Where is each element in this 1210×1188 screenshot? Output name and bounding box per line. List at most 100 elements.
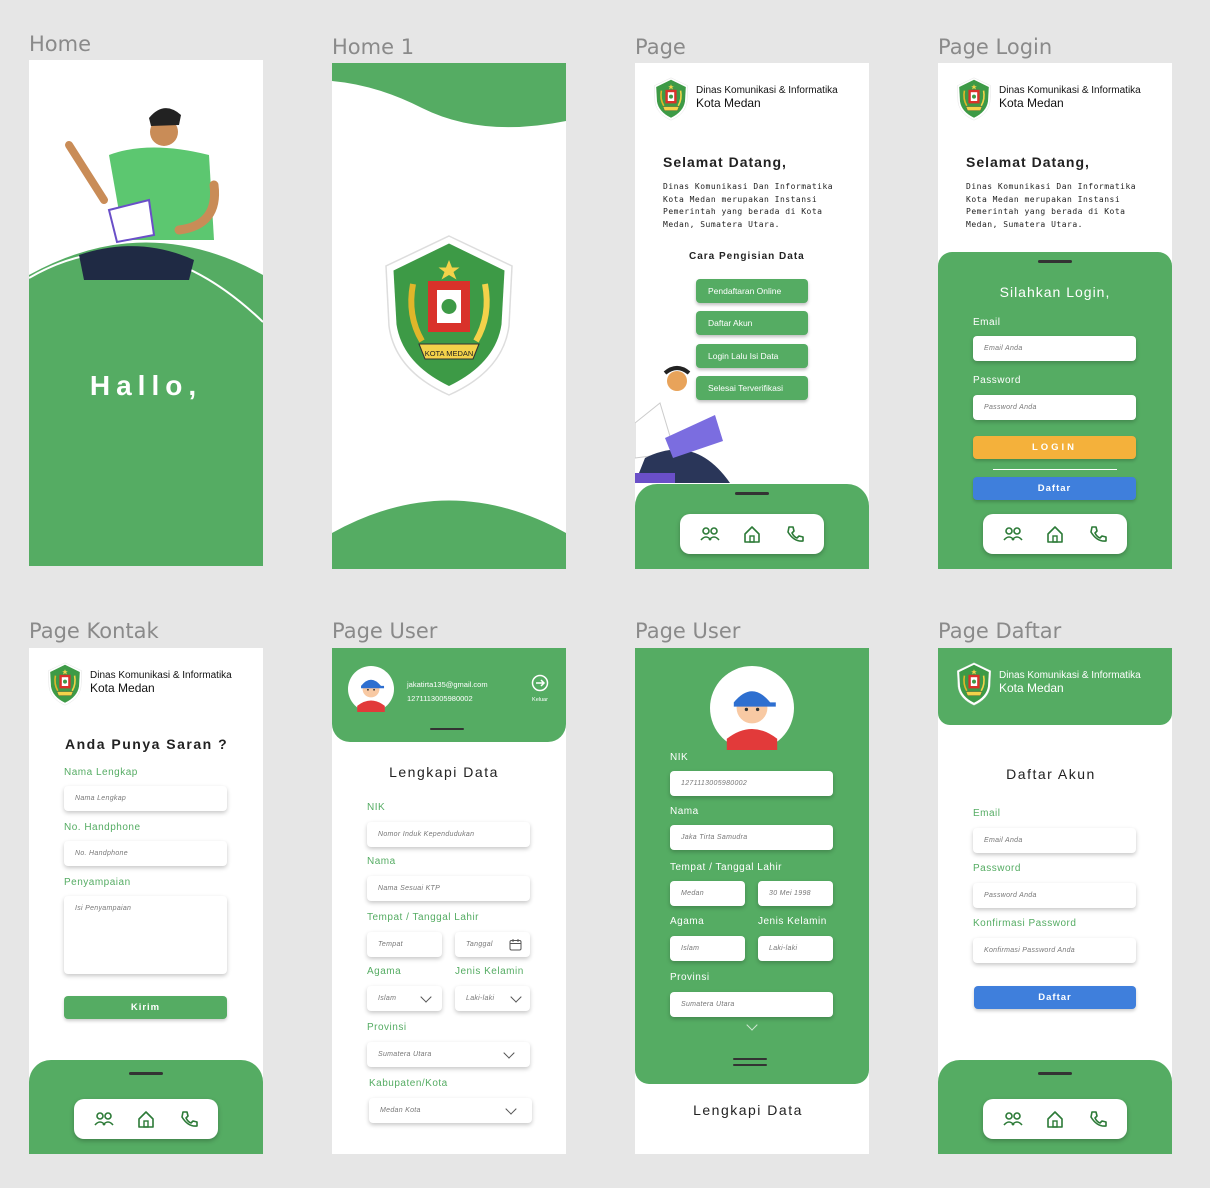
phone-icon[interactable] — [1088, 524, 1108, 544]
home-icon[interactable] — [742, 524, 762, 544]
password-input[interactable]: Password Anda — [973, 395, 1136, 420]
nama-field[interactable]: Jaka Tirta Samudra — [670, 825, 833, 850]
penyampaian-textarea[interactable]: Isi Penyampaian — [64, 896, 227, 974]
panel-handle[interactable] — [430, 728, 464, 730]
password-input[interactable]: Password Anda — [973, 883, 1136, 908]
jk-label: Jenis Kelamin — [758, 916, 827, 927]
tempat-input[interactable]: Tempat — [367, 932, 442, 957]
hp-input[interactable]: No. Handphone — [64, 841, 227, 866]
panel-handle[interactable] — [1038, 260, 1072, 263]
provinsi-field[interactable]: Sumatera Utara — [670, 992, 833, 1017]
header-logo — [956, 77, 992, 121]
tanggal-field[interactable]: 30 Mei 1998 — [758, 881, 833, 906]
daftar-submit-button[interactable]: Daftar — [974, 986, 1136, 1009]
screen-user-filled: NIK 1271113005980002 Nama Jaka Tirta Sam… — [635, 648, 869, 1154]
users-icon[interactable] — [1003, 1109, 1023, 1129]
avatar — [710, 666, 794, 750]
tempat-field[interactable]: Medan — [670, 881, 745, 906]
kontak-title: Anda Punya Saran ? — [65, 736, 229, 752]
worker-illustration — [635, 366, 730, 483]
ttl-label: Tempat / Tanggal Lahir — [367, 912, 479, 923]
header-line2: Kota Medan — [90, 681, 155, 695]
phone-icon[interactable] — [785, 524, 805, 544]
avatar — [348, 666, 394, 712]
header-logo — [956, 662, 992, 706]
confirm-input[interactable]: Konfirmasi Password Anda — [973, 938, 1136, 963]
screen-home1: KOTA MEDAN — [332, 63, 566, 569]
email-label: Email — [973, 808, 1001, 819]
frame-label-home: Home — [29, 32, 92, 56]
panel-handle[interactable] — [735, 492, 769, 495]
daftar-title: Daftar Akun — [1006, 766, 1096, 782]
users-icon[interactable] — [1003, 524, 1023, 544]
user-info: jakatirta135@gmail.com 1271113005980002 — [407, 678, 488, 706]
header-line2: Kota Medan — [999, 96, 1064, 110]
panel-handle-2 — [733, 1064, 767, 1066]
bottom-nav — [74, 1099, 218, 1139]
phone-icon[interactable] — [179, 1109, 199, 1129]
nama-input[interactable]: Nama Lengkap — [64, 786, 227, 811]
panel-handle[interactable] — [733, 1058, 767, 1060]
logout-icon — [531, 674, 549, 692]
nik-label: NIK — [367, 802, 386, 813]
nama-input[interactable]: Nama Sesuai KTP — [367, 876, 530, 901]
panel-handle[interactable] — [129, 1072, 163, 1075]
home-icon[interactable] — [1045, 1109, 1065, 1129]
svg-text:KOTA MEDAN: KOTA MEDAN — [425, 349, 474, 358]
screen-home: Hallo, — [29, 60, 263, 566]
daftar-button[interactable]: Daftar — [973, 477, 1136, 500]
bottom-nav — [983, 1099, 1127, 1139]
greeting-text: Hallo, — [89, 370, 203, 401]
provinsi-label: Provinsi — [367, 1022, 407, 1033]
frame-label-kontak: Page Kontak — [29, 619, 159, 643]
frame-label-page: Page — [635, 35, 686, 59]
ttl-label: Tempat / Tanggal Lahir — [670, 862, 782, 873]
welcome-title: Selamat Datang, — [966, 154, 1090, 170]
email-input[interactable]: Email Anda — [973, 336, 1136, 361]
home-icon[interactable] — [1045, 524, 1065, 544]
calendar-icon[interactable] — [509, 938, 522, 951]
hp-label: No. Handphone — [64, 822, 141, 833]
provinsi-label: Provinsi — [670, 972, 710, 983]
login-button[interactable]: LOGIN — [973, 436, 1136, 459]
agama-label: Agama — [670, 916, 705, 927]
users-icon[interactable] — [94, 1109, 114, 1129]
welcome-title: Selamat Datang, — [663, 154, 787, 170]
jk-field[interactable]: Laki-laki — [758, 936, 833, 961]
agama-label: Agama — [367, 966, 402, 977]
step-pendaftaran[interactable]: Pendaftaran Online — [696, 279, 808, 303]
kab-label: Kabupaten/Kota — [369, 1078, 448, 1089]
confirm-label: Konfirmasi Password — [973, 918, 1077, 929]
logout-label: Keluar — [532, 697, 548, 703]
nama-label: Nama — [367, 856, 396, 867]
footer-title: Lengkapi Data — [693, 1102, 803, 1118]
screen-kontak: Dinas Komunikasi & Informatika Kota Meda… — [29, 648, 263, 1154]
home-icon[interactable] — [136, 1109, 156, 1129]
agama-select[interactable]: Islam — [367, 986, 442, 1011]
logout-button[interactable]: Keluar — [529, 674, 551, 703]
home-illustration — [29, 108, 263, 566]
panel-handle[interactable] — [1038, 1072, 1072, 1075]
step-daftar-akun[interactable]: Daftar Akun — [696, 311, 808, 335]
email-input[interactable]: Email Anda — [973, 828, 1136, 853]
form-title: Lengkapi Data — [389, 764, 499, 780]
nik-label: NIK — [670, 752, 689, 763]
screen-user-form: jakatirta135@gmail.com 1271113005980002 … — [332, 648, 566, 1154]
nik-input[interactable]: Nomor Induk Kependudukan — [367, 822, 530, 847]
header-title: Dinas Komunikasi & Informatika Kota Meda… — [999, 669, 1141, 695]
header-logo — [653, 77, 689, 121]
divider — [993, 469, 1117, 470]
bottom-nav — [983, 514, 1127, 554]
frame-label-daftar: Page Daftar — [938, 619, 1062, 643]
password-label: Password — [973, 375, 1021, 386]
kota-medan-logo: KOTA MEDAN — [374, 223, 524, 408]
frame-label-login: Page Login — [938, 35, 1053, 59]
phone-icon[interactable] — [1088, 1109, 1108, 1129]
header-line2: Kota Medan — [696, 96, 761, 110]
frame-label-user2: Page User — [635, 619, 741, 643]
users-icon[interactable] — [700, 524, 720, 544]
nik-field[interactable]: 1271113005980002 — [670, 771, 833, 796]
kirim-button[interactable]: Kirim — [64, 996, 227, 1019]
header-title: Dinas Komunikasi & Informatika Kota Meda… — [999, 84, 1141, 110]
agama-field[interactable]: Islam — [670, 936, 745, 961]
